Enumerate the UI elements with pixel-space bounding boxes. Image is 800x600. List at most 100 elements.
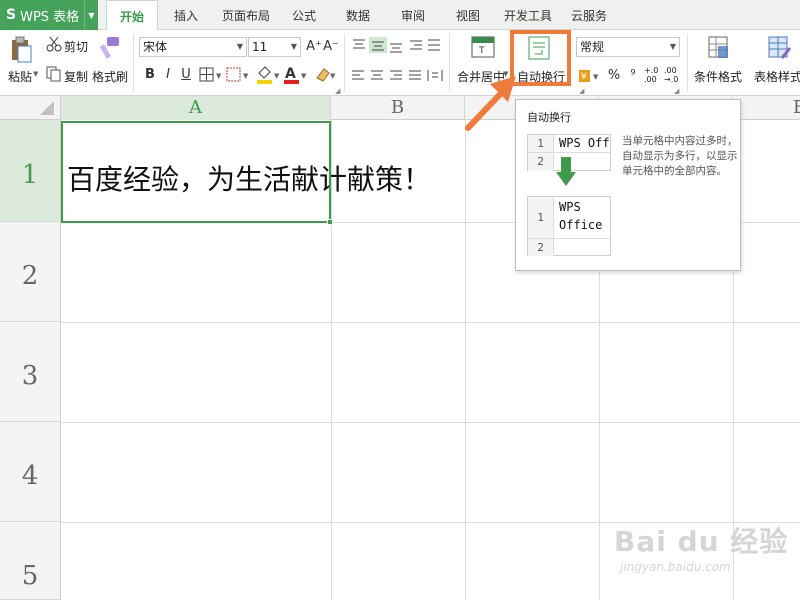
underline-button[interactable]: U — [177, 66, 195, 84]
dialog-launcher-icon[interactable]: ◢ — [674, 87, 679, 95]
bold-button[interactable]: B — [141, 66, 159, 84]
ribbon-separator — [687, 34, 688, 92]
grid-line — [61, 422, 800, 423]
clear-format-icon[interactable]: ▼ — [314, 66, 338, 84]
wrap-text-tooltip: 自动换行 1 WPS Off 2 1 WPS Office 2 当单元格中内容过 — [515, 99, 741, 271]
watermark-logo-text: Bai du 经验 — [614, 525, 789, 558]
font-size-select[interactable]: 11 ▼ — [248, 37, 301, 57]
row-header-4[interactable]: 4 — [0, 422, 61, 522]
tooltip-after-value-line2: Office — [559, 218, 603, 232]
tab-review[interactable]: 审阅 — [395, 0, 431, 30]
tab-data[interactable]: 数据 — [340, 0, 376, 30]
svg-text:A: A — [285, 66, 296, 82]
baidu-watermark: Bai du 经验 jingyan.baidu.com — [614, 520, 788, 574]
font-name-value: 宋体 — [143, 40, 168, 54]
chevron-down-icon: ▼ — [669, 42, 676, 51]
column-header-e[interactable]: E — [733, 96, 800, 120]
copy-icon[interactable] — [46, 66, 62, 82]
tooltip-after-row: 2 — [528, 239, 610, 256]
tooltip-after-sheet: 1 WPS Office 2 — [527, 196, 611, 256]
svg-text:¥: ¥ — [581, 72, 587, 82]
copy-button[interactable]: 复制 — [64, 68, 88, 85]
tooltip-before-value: WPS Off — [559, 136, 610, 150]
tab-formulas[interactable]: 公式 — [286, 0, 322, 30]
chevron-down-icon[interactable]: ▼ — [84, 0, 98, 30]
ribbon-separator — [344, 34, 345, 92]
vertical-align-icons[interactable] — [350, 37, 445, 55]
horizontal-align-icons[interactable] — [350, 68, 445, 84]
wps-spreadsheet-window: S WPS 表格 ▼ 开始 插入 页面布局 公式 数据 审阅 视图 开发工具 云… — [0, 0, 800, 600]
paste-icon[interactable] — [10, 36, 32, 64]
svg-text:▼: ▼ — [593, 73, 599, 81]
borders-icon[interactable]: ▼ — [199, 67, 225, 83]
svg-text:▼: ▼ — [274, 72, 280, 80]
increase-decimal-button[interactable]: +.0 .00 — [644, 66, 662, 84]
format-painter-button[interactable]: 格式刷 — [92, 68, 128, 85]
conditional-format-icon[interactable] — [708, 36, 730, 60]
svg-text:▼: ▼ — [216, 72, 222, 80]
cut-button[interactable]: 剪切 — [64, 38, 88, 55]
chevron-down-icon: ▼ — [236, 42, 243, 51]
tooltip-row-number: 2 — [528, 239, 554, 256]
tab-home[interactable]: 开始 — [106, 0, 158, 31]
row-header-2[interactable]: 2 — [0, 222, 61, 322]
percent-button[interactable]: % — [605, 67, 623, 85]
wps-logo-icon: S — [6, 7, 17, 23]
grid-line — [61, 322, 800, 323]
tooltip-after-value-line1: WPS — [559, 200, 581, 214]
ribbon-separator — [449, 34, 450, 92]
currency-icon[interactable]: ¥ ▼ — [578, 66, 604, 84]
tooltip-title: 自动换行 — [527, 111, 571, 124]
row-header-1[interactable]: 1 — [0, 120, 61, 222]
tooltip-row-number: 1 — [528, 135, 554, 152]
tooltip-before-row: 1 WPS Off — [528, 135, 610, 153]
cell-a1-selection[interactable] — [61, 121, 333, 225]
scissors-icon[interactable] — [46, 36, 62, 52]
cell-style-icon[interactable]: ▼ — [226, 67, 252, 83]
number-format-select[interactable]: 常规 ▼ — [576, 37, 680, 57]
app-name: WPS 表格 — [20, 9, 80, 25]
thousands-separator-button[interactable]: ⁹ — [624, 67, 642, 85]
tooltip-after-row: 1 WPS Office — [528, 197, 610, 239]
conditional-format-button[interactable]: 条件格式 — [694, 68, 742, 85]
menu-bar: S WPS 表格 ▼ 开始 插入 页面布局 公式 数据 审阅 视图 开发工具 云… — [0, 0, 800, 31]
decrease-font-button[interactable]: A⁻ — [322, 38, 340, 56]
tab-cloud-services[interactable]: 云服务 — [566, 0, 612, 30]
row-header-3[interactable]: 3 — [0, 322, 61, 422]
table-style-button[interactable]: 表格样式 — [754, 68, 800, 85]
watermark-url: jingyan.baidu.com — [620, 560, 731, 574]
app-menu-button[interactable]: S WPS 表格 ▼ — [0, 0, 98, 30]
fill-color-icon[interactable]: ▼ — [256, 65, 282, 85]
chevron-down-icon: ▼ — [290, 42, 297, 51]
font-color-icon[interactable]: A ▼ — [283, 65, 309, 85]
select-all-triangle-icon — [40, 101, 54, 115]
column-header-b[interactable]: B — [331, 96, 465, 120]
row-header-5[interactable]: 5 — [0, 522, 61, 600]
tooltip-description: 当单元格中内容过多时，自动显示为多行，以显示单元格中的全部内容。 — [622, 135, 738, 177]
font-name-select[interactable]: 宋体 ▼ — [139, 37, 247, 57]
increase-font-button[interactable]: A⁺ — [305, 38, 323, 56]
dialog-launcher-icon[interactable]: ◢ — [579, 87, 584, 95]
number-format-value: 常规 — [580, 40, 605, 54]
italic-button[interactable]: I — [159, 66, 177, 84]
tab-developer[interactable]: 开发工具 — [500, 0, 556, 30]
table-style-icon[interactable] — [768, 36, 792, 60]
merge-center-icon[interactable]: T — [471, 36, 495, 58]
paste-button[interactable]: 粘贴 — [8, 68, 32, 85]
annotation-arrow-icon — [465, 76, 516, 131]
tab-page-layout[interactable]: 页面布局 — [218, 0, 274, 30]
column-header-a[interactable]: A — [61, 96, 331, 120]
tooltip-row-number: 1 — [528, 197, 554, 238]
svg-text:▼: ▼ — [330, 72, 336, 80]
dialog-launcher-icon[interactable]: ◢ — [335, 87, 340, 95]
ribbon-separator — [133, 34, 134, 92]
tab-view[interactable]: 视图 — [450, 0, 486, 30]
select-all-corner[interactable] — [0, 96, 61, 120]
decrease-decimal-button[interactable]: .00 →.0 — [664, 66, 684, 84]
fill-handle[interactable] — [327, 219, 333, 225]
format-painter-icon[interactable] — [98, 36, 122, 60]
tab-insert[interactable]: 插入 — [166, 0, 206, 30]
paste-dropdown-icon[interactable]: ▼ — [33, 70, 38, 78]
arrow-down-icon — [556, 157, 576, 186]
svg-text:▼: ▼ — [243, 72, 249, 80]
